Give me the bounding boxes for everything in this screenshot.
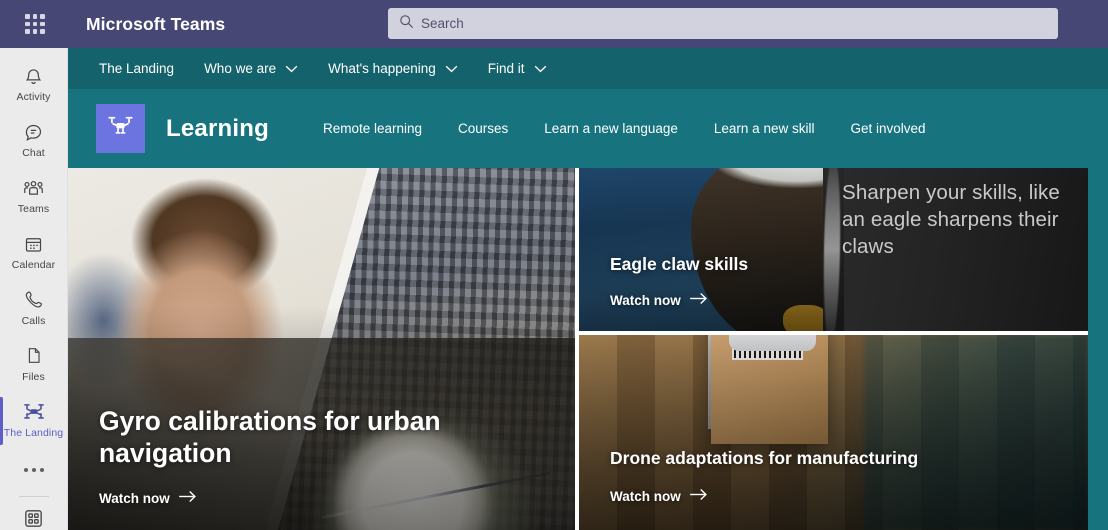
chevron-down-icon: [285, 61, 298, 76]
sidebar-item-calendar[interactable]: Calendar: [0, 226, 67, 278]
sidebar-item-label: Activity: [16, 91, 51, 104]
subnav-item-courses[interactable]: Courses: [458, 121, 508, 136]
app-title: Microsoft Teams: [86, 13, 226, 34]
phone-icon: [23, 288, 44, 312]
sidebar-item-files[interactable]: Files: [0, 337, 67, 389]
card-text: Drone adaptations for manufacturing Watc…: [579, 448, 1088, 530]
file-icon: [24, 344, 44, 368]
chevron-down-icon: [534, 61, 547, 76]
watch-now-link[interactable]: Watch now: [610, 292, 844, 308]
nav-item-who-we-are[interactable]: Who we are: [204, 61, 298, 76]
watch-now-label: Watch now: [610, 292, 681, 308]
calendar-icon: [23, 232, 44, 256]
watch-now-link[interactable]: Watch now: [610, 488, 1088, 504]
nav-item-label: Find it: [487, 61, 525, 76]
teams-window: Microsoft Teams Activity: [0, 0, 1108, 530]
subnav-item-learn-a-new-language[interactable]: Learn a new language: [544, 121, 678, 136]
app-launcher-grid-icon[interactable]: [18, 8, 52, 40]
nav-item-label: Who we are: [204, 61, 277, 76]
card-title: Drone adaptations for manufacturing: [610, 448, 919, 469]
subnav-item-remote-learning[interactable]: Remote learning: [323, 121, 422, 136]
nav-item-find-it[interactable]: Find it: [488, 61, 547, 76]
card-drone-adaptations[interactable]: Drone adaptations for manufacturing Watc…: [579, 335, 1088, 530]
subnav-item-get-involved[interactable]: Get involved: [850, 121, 925, 136]
card-title: Gyro calibrations for urban navigation: [99, 406, 441, 468]
search-input[interactable]: [421, 16, 981, 31]
watch-now-label: Watch now: [610, 488, 681, 504]
drone-icon: [105, 112, 136, 145]
content-area: Gyro calibrations for urban navigation W…: [68, 168, 1108, 530]
sidebar-item-the-landing[interactable]: The Landing: [0, 393, 67, 446]
nav-item-whats-happening[interactable]: What's happening: [328, 61, 458, 76]
subnav-item-learn-a-new-skill[interactable]: Learn a new skill: [714, 121, 815, 136]
sidebar-item-chat[interactable]: Chat: [0, 114, 67, 166]
right-teal-strip: [1088, 168, 1108, 530]
chat-bubble-icon: [23, 120, 44, 144]
sidebar-item-label: Calendar: [11, 259, 56, 271]
site-logo-tile[interactable]: [96, 104, 145, 153]
people-icon: [22, 176, 45, 200]
sidebar-item-calls[interactable]: Calls: [0, 281, 67, 333]
title-bar: Microsoft Teams: [0, 0, 1108, 48]
chevron-down-icon: [445, 61, 458, 76]
arrow-right-icon: [178, 490, 197, 506]
site-name: Learning: [166, 114, 269, 142]
search-icon: [399, 14, 414, 34]
sidebar-item-label: The Landing: [3, 426, 64, 439]
watch-now-label: Watch now: [99, 490, 170, 506]
sidebar-item-activity[interactable]: Activity: [0, 58, 67, 110]
card-gyro-calibrations[interactable]: Gyro calibrations for urban navigation W…: [68, 168, 575, 530]
card-text: Eagle claw skills Watch now: [579, 254, 844, 331]
arrow-right-icon: [689, 292, 708, 308]
site-top-navigation: The Landing Who we are What's happening …: [68, 48, 1108, 89]
site-sub-navigation: Remote learning Courses Learn a new lang…: [323, 121, 926, 136]
drone-icon: [22, 400, 46, 424]
bell-icon: [23, 64, 44, 88]
sidebar-item-label: Calls: [21, 314, 46, 327]
arrow-right-icon: [689, 488, 708, 504]
watch-now-link[interactable]: Watch now: [99, 490, 575, 506]
site-brand-bar: Learning Remote learning Courses Learn a…: [68, 89, 1108, 168]
card-eagle-claw-skills[interactable]: Sharpen your skills, like an eagle sharp…: [579, 168, 1088, 331]
sidebar-item-teams[interactable]: Teams: [0, 170, 67, 222]
ellipsis-icon[interactable]: [0, 451, 67, 488]
search-bar[interactable]: [388, 8, 1058, 39]
nav-item-label: The Landing: [99, 61, 175, 76]
nav-item-label: What's happening: [328, 61, 436, 76]
apps-grid-icon[interactable]: [0, 507, 67, 530]
card-text: Gyro calibrations for urban navigation W…: [68, 406, 575, 530]
card-caption: Sharpen your skills, like an eagle sharp…: [842, 181, 1060, 259]
card-title: Eagle claw skills: [610, 254, 749, 275]
left-rail: Activity Chat Teams Calendar Calls Files…: [0, 48, 68, 530]
sidebar-item-label: Chat: [22, 147, 45, 160]
nav-item-the-landing[interactable]: The Landing: [99, 61, 174, 76]
sidebar-item-label: Teams: [17, 203, 50, 216]
sidebar-item-label: Files: [22, 370, 45, 383]
rail-divider: [18, 496, 49, 497]
